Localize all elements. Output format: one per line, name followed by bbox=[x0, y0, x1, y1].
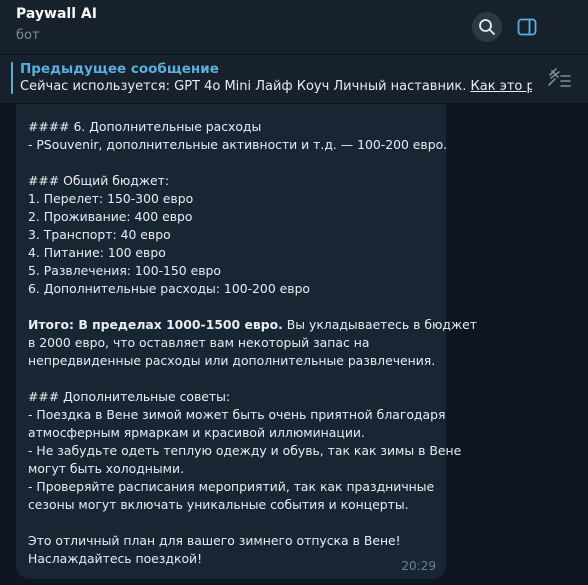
chat-status: бот bbox=[16, 28, 40, 43]
sidebar-toggle-icon bbox=[517, 18, 537, 36]
chat-header: Paywall AI бот bbox=[0, 0, 588, 55]
total-line: Итого: В пределах 1000-1500 евро. Вы укл… bbox=[28, 316, 477, 334]
total-line: непредвиденные расходы или дополнительны… bbox=[28, 353, 436, 368]
search-button[interactable] bbox=[472, 12, 502, 42]
tips-line: - Не забудьте одеть теплую одежду и обув… bbox=[28, 443, 462, 458]
budget-item: 2. Проживание: 400 евро bbox=[28, 209, 193, 224]
message-bubble[interactable]: #### 6. Дополнительные расходы - PSouven… bbox=[16, 104, 477, 579]
misc-heading: #### 6. Дополнительные расходы bbox=[28, 119, 262, 134]
total-line: в 2000 евро, что оставляет вам некоторый… bbox=[28, 335, 370, 350]
total-bold: Итого: В пределах 1000-1500 евро. bbox=[28, 317, 283, 332]
pinned-text-body: Сейчас используется: GPT 4o Mini Лайф Ко… bbox=[20, 79, 471, 94]
budget-heading: ### Общий бюджет: bbox=[28, 173, 170, 188]
total-rest: Вы укладываетесь в бюджет bbox=[282, 317, 477, 332]
closing-line: Это отличный план для вашего зимнего отп… bbox=[28, 533, 401, 548]
budget-item: 1. Перелет: 150-300 евро bbox=[28, 191, 194, 206]
budget-item: 3. Транспорт: 40 евро bbox=[28, 227, 171, 242]
budget-item: 4. Питание: 100 евро bbox=[28, 245, 166, 260]
budget-item: 6. Дополнительные расходы: 100-200 евро bbox=[28, 281, 311, 296]
tips-line: - Проверяйте расписания мероприятий, так… bbox=[28, 479, 435, 494]
tips-line: атмосферным ярмаркам и красивой иллюмина… bbox=[28, 425, 365, 440]
message-text: #### 6. Дополнительные расходы - PSouven… bbox=[28, 118, 477, 568]
toggle-sidebar-button[interactable] bbox=[512, 12, 542, 42]
tips-line: - Поездка в Вене зимой может быть очень … bbox=[28, 407, 446, 422]
tips-line: могут быть холодными. bbox=[28, 461, 185, 476]
pinned-text: Сейчас используется: GPT 4o Mini Лайф Ко… bbox=[20, 79, 532, 94]
message-time: 20:29 bbox=[401, 559, 436, 573]
misc-line: - PSouvenir, дополнительные активности и… bbox=[28, 137, 448, 152]
search-icon bbox=[479, 19, 495, 35]
tips-heading: ### Дополнительные советы: bbox=[28, 389, 231, 404]
pin-list-icon[interactable] bbox=[546, 67, 572, 91]
pinned-link[interactable]: Как это работа... bbox=[471, 79, 532, 94]
pinned-title: Предыдущее сообщение bbox=[20, 61, 219, 77]
closing-line: Наслаждайтесь поездкой! bbox=[28, 551, 203, 566]
pinned-indicator bbox=[11, 62, 13, 94]
chat-title[interactable]: Paywall AI bbox=[16, 6, 97, 22]
tips-line: сезоны могут включать уникальные события… bbox=[28, 497, 409, 512]
pinned-message-bar[interactable]: Предыдущее сообщение Сейчас используется… bbox=[0, 55, 588, 104]
budget-item: 5. Развлечения: 100-150 евро bbox=[28, 263, 222, 278]
